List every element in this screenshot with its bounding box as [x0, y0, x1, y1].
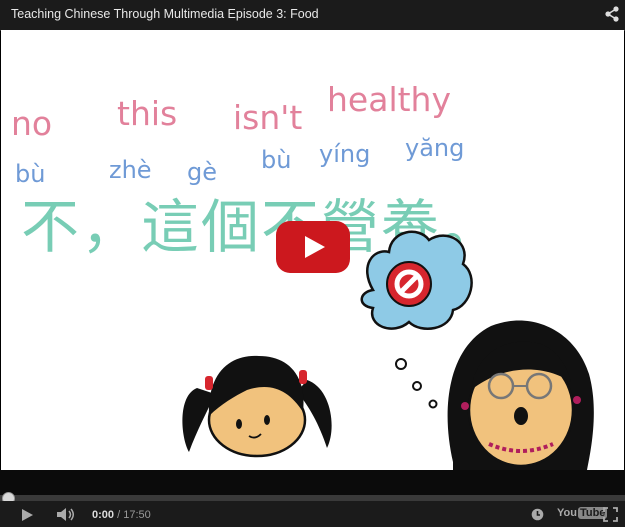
woman-character	[447, 320, 594, 470]
video-frame[interactable]: no this isn't healthy bù zhè gè bù yíng …	[1, 30, 624, 470]
share-icon[interactable]	[604, 6, 620, 22]
current-time: 0:00	[92, 509, 115, 521]
letterbox-band	[0, 470, 625, 495]
video-player: Teaching Chinese Through Multimedia Epis…	[0, 0, 625, 527]
video-title[interactable]: Teaching Chinese Through Multimedia Epis…	[11, 7, 319, 21]
girl-character	[182, 355, 332, 458]
time-display: 0:00 / 17:50	[92, 509, 151, 521]
duration: 17:50	[123, 509, 151, 521]
time-separator: /	[114, 509, 124, 521]
no-sign-icon	[386, 261, 432, 307]
control-bar: 0:00 / 17:50 You Tube	[0, 501, 625, 527]
volume-icon[interactable]	[56, 507, 76, 522]
play-button-large[interactable]	[276, 221, 350, 273]
youtube-logo[interactable]: You Tube	[557, 507, 608, 519]
watch-later-icon[interactable]	[531, 508, 544, 521]
logo-you: You	[557, 507, 577, 519]
play-icon[interactable]	[20, 508, 34, 522]
title-bar: Teaching Chinese Through Multimedia Epis…	[0, 0, 625, 31]
fullscreen-icon[interactable]	[603, 507, 618, 522]
